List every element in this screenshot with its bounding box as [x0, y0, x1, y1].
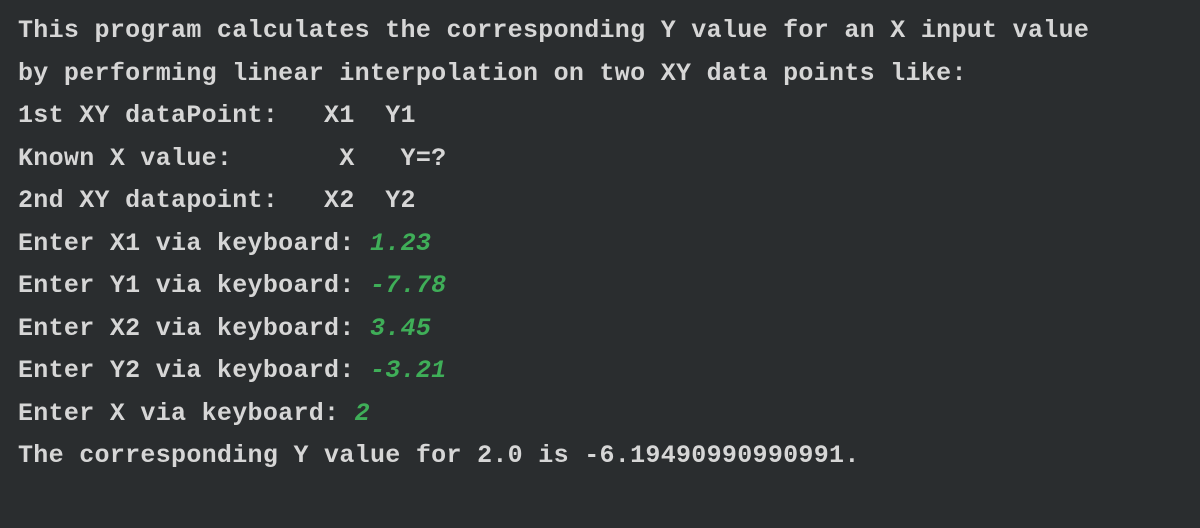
prompt-x2-line: Enter X2 via keyboard: 3.45 — [18, 308, 1182, 351]
result-line: The corresponding Y value for 2.0 is -6.… — [18, 435, 1182, 478]
prompt-x1-line: Enter X1 via keyboard: 1.23 — [18, 223, 1182, 266]
prompt-x2-label: Enter X2 via keyboard: — [18, 314, 370, 343]
prompt-x1-label: Enter X1 via keyboard: — [18, 229, 370, 258]
input-x2[interactable]: 3.45 — [370, 314, 431, 343]
input-x1[interactable]: 1.23 — [370, 229, 431, 258]
schema-line-3: 2nd XY datapoint: X2 Y2 — [18, 180, 1182, 223]
intro-text-line2: by performing linear interpolation on tw… — [18, 53, 1182, 96]
schema-line-1: 1st XY dataPoint: X1 Y1 — [18, 95, 1182, 138]
intro-text-line1: This program calculates the correspondin… — [18, 10, 1182, 53]
prompt-y2-label: Enter Y2 via keyboard: — [18, 356, 370, 385]
prompt-y2-line: Enter Y2 via keyboard: -3.21 — [18, 350, 1182, 393]
prompt-y1-line: Enter Y1 via keyboard: -7.78 — [18, 265, 1182, 308]
prompt-x-label: Enter X via keyboard: — [18, 399, 355, 428]
prompt-y1-label: Enter Y1 via keyboard: — [18, 271, 370, 300]
input-y2[interactable]: -3.21 — [370, 356, 447, 385]
schema-line-2: Known X value: X Y=? — [18, 138, 1182, 181]
prompt-x-line: Enter X via keyboard: 2 — [18, 393, 1182, 436]
input-y1[interactable]: -7.78 — [370, 271, 447, 300]
terminal-output: This program calculates the correspondin… — [18, 10, 1182, 478]
input-x[interactable]: 2 — [355, 399, 370, 428]
